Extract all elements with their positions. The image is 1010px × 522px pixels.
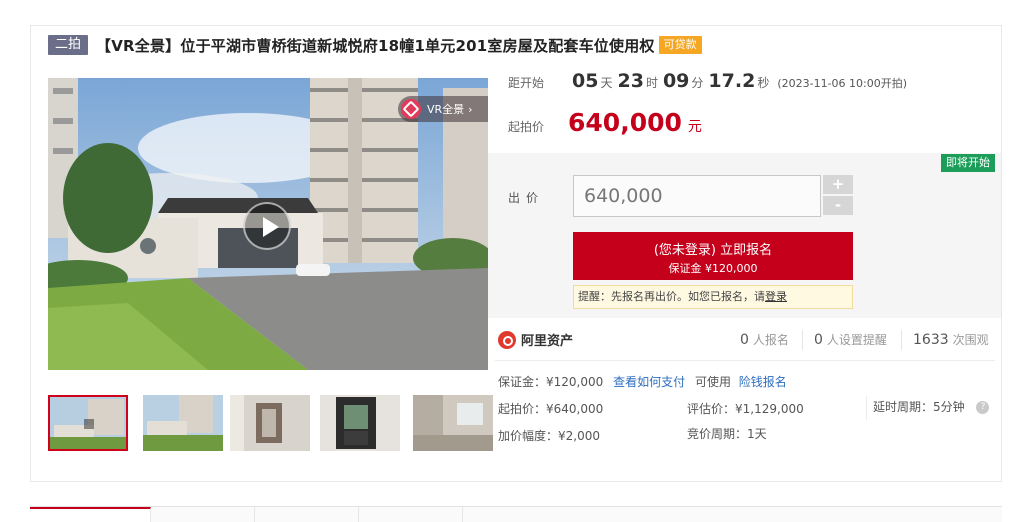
increment-label: 加价幅度： — [498, 429, 559, 443]
delay-cycle-value: 5分钟 — [933, 400, 965, 414]
view-count-value: 1633 — [913, 332, 949, 348]
countdown-seconds: 17.2 — [708, 70, 756, 92]
countdown-label: 距开始 — [508, 76, 545, 90]
credit-signup-link[interactable]: 险钱报名 — [739, 375, 787, 389]
signup-button-label: (您未登录) 立即报名 — [653, 243, 773, 258]
divider — [802, 330, 803, 350]
increment-detail: 加价幅度：¥2,000 — [498, 427, 600, 444]
bid-amount-input[interactable]: 640,000 — [573, 175, 821, 217]
deposit-row: 保证金：¥120,000 查看如何支付 可使用 险钱报名 — [498, 373, 787, 390]
start-price-detail-value: ¥640,000 — [546, 402, 604, 416]
status-badge: 即将开始 — [941, 154, 995, 172]
auction-start-time: (2023-11-06 10:00开拍) — [777, 77, 908, 90]
tip-text: 提醒：先报名再出价。如您已报名，请 — [578, 290, 765, 303]
divider — [866, 396, 867, 420]
tab-active[interactable] — [30, 507, 151, 522]
chevron-right-icon: › — [468, 102, 473, 116]
login-link[interactable]: 登录 — [765, 290, 787, 303]
countdown-seconds-unit: 秒 — [757, 76, 770, 90]
countdown-days: 05 — [572, 70, 599, 92]
tab[interactable] — [255, 507, 359, 522]
divider — [901, 330, 902, 350]
vr-panorama-button[interactable]: VR全景 › — [398, 96, 488, 122]
play-video-icon[interactable] — [243, 202, 291, 250]
tab[interactable] — [359, 507, 463, 522]
help-icon[interactable]: ? — [976, 401, 990, 414]
appraisal-detail: 评估价：¥1,129,000 — [687, 400, 804, 417]
delay-cycle-detail: 延时周期：5分钟 ? — [873, 398, 990, 415]
view-count-label: 次围观 — [952, 333, 989, 347]
view-count: 1633 次围观 — [913, 331, 989, 348]
thumbnail-exterior[interactable] — [143, 395, 223, 451]
ali-brand-label: 阿里资产 — [521, 334, 574, 349]
countdown-row: 距开始 05 天 23 时 09 分 17.2 秒 (2023-11-06 10… — [508, 70, 907, 100]
countdown-hours-unit: 时 — [645, 76, 658, 90]
ali-logo-icon — [498, 330, 516, 349]
signup-count-value: 0 — [740, 332, 749, 348]
thumbnail-interior-living-room[interactable] — [413, 395, 493, 451]
vr-label: VR全景 — [427, 103, 465, 116]
countdown-minutes-unit: 分 — [691, 76, 704, 90]
vr-icon — [401, 99, 421, 119]
start-price-value: 640,000 — [568, 108, 682, 137]
signup-button[interactable]: (您未登录) 立即报名 保证金 ¥120,000 — [573, 232, 853, 280]
bidding-cycle-value: 1天 — [747, 427, 767, 441]
bidding-cycle-label: 竞价周期： — [687, 427, 748, 441]
increment-value: ¥2,000 — [558, 429, 601, 443]
countdown-hours: 23 — [617, 70, 644, 92]
usable-text: 可使用 — [694, 375, 731, 389]
detail-tab-bar — [30, 506, 1002, 522]
delay-cycle-label: 延时周期： — [873, 400, 934, 414]
appraisal-value: ¥1,129,000 — [735, 402, 804, 416]
start-price-detail: 起拍价：¥640,000 — [498, 400, 603, 417]
reminder-count: 0 人设置提醒 — [814, 331, 887, 348]
reminder-count-label: 人设置提醒 — [826, 333, 887, 347]
thumbnail-interior-window[interactable] — [320, 395, 400, 451]
thumbnail-interior-corridor[interactable] — [230, 395, 310, 451]
countdown-minutes: 09 — [662, 70, 690, 92]
start-price-label: 起拍价 — [508, 120, 545, 134]
deposit-value: ¥120,000 — [546, 375, 604, 389]
decrease-bid-button[interactable]: - — [823, 196, 853, 215]
signup-deposit-label: 保证金 ¥120,000 — [668, 262, 758, 275]
bidding-cycle-detail: 竞价周期：1天 — [687, 425, 767, 442]
start-price-row: 起拍价 640,000 元 — [508, 108, 702, 138]
thumbnail-exterior-video[interactable] — [48, 395, 128, 451]
divider — [495, 360, 995, 361]
round-tag: 二拍 — [48, 35, 89, 55]
title-row: 二拍 【VR全景】位于平湖市曹桥街道新城悦府18幢1单元201室房屋及配套车位使… — [48, 34, 702, 56]
start-price-unit: 元 — [687, 119, 702, 135]
deposit-label: 保证金： — [498, 375, 547, 389]
increase-bid-button[interactable]: + — [823, 175, 853, 194]
ali-assets-logo[interactable]: 阿里资产 — [498, 330, 573, 349]
how-to-pay-link[interactable]: 查看如何支付 — [613, 375, 685, 389]
signup-count: 0 人报名 — [740, 331, 789, 348]
countdown-days-unit: 天 — [600, 76, 613, 90]
signup-count-label: 人报名 — [752, 333, 789, 347]
signup-tip: 提醒：先报名再出价。如您已报名，请登录 — [573, 285, 853, 309]
start-price-detail-label: 起拍价： — [498, 402, 547, 416]
page-title: 【VR全景】位于平湖市曹桥街道新城悦府18幢1单元201室房屋及配套车位使用权 — [96, 36, 655, 55]
bid-label: 出价 — [508, 191, 545, 205]
reminder-count-value: 0 — [814, 332, 823, 348]
loan-badge: 可贷款 — [658, 36, 702, 54]
tab[interactable] — [151, 507, 255, 522]
appraisal-label: 评估价： — [687, 402, 736, 416]
bid-panel: 即将开始 出价 640,000 + - (您未登录) 立即报名 保证金 ¥120… — [488, 153, 1001, 318]
